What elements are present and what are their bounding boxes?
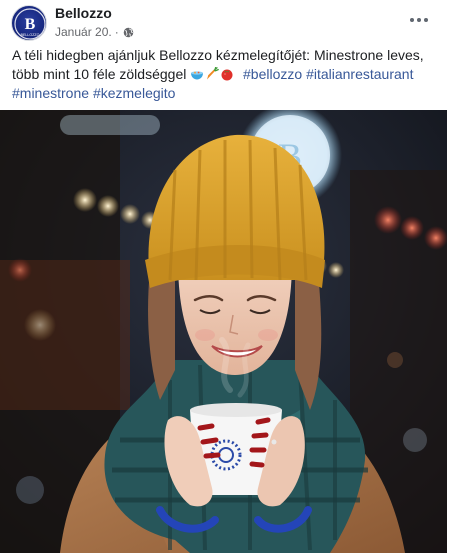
post-meta: Január 20. ·: [55, 24, 134, 40]
more-options-button[interactable]: [406, 12, 432, 28]
globe-icon[interactable]: [123, 27, 134, 38]
post-text-line1: A téli hidegben ajánljuk Bellozzo kézmel…: [12, 47, 424, 63]
post-text-line2: több mint 10 féle zöldséggel: [12, 66, 191, 82]
hashtag-bellozzo[interactable]: #bellozzo: [243, 66, 302, 82]
post-text: A téli hidegben ajánljuk Bellozzo kézmel…: [12, 46, 442, 103]
post-header: B BELLOZZO Bellozzo Január 20. ·: [0, 0, 450, 44]
avatar-logo-text: BELLOZZO: [21, 33, 40, 37]
page-avatar[interactable]: B BELLOZZO: [11, 5, 47, 41]
avatar-logo-letter: B: [25, 16, 36, 33]
hashtag-italianrestaurant[interactable]: #italianrestaurant: [306, 66, 413, 82]
meta-separator: ·: [114, 25, 119, 39]
hashtag-minestrone[interactable]: #minestrone: [12, 85, 89, 101]
tomato-emoji-icon: [220, 67, 234, 81]
carrot-emoji-icon: [205, 66, 220, 81]
bellozzo-logo: B BELLOZZO: [14, 8, 46, 40]
page-name-link[interactable]: Bellozzo: [55, 5, 112, 21]
post-date[interactable]: Január 20.: [55, 25, 112, 39]
photo-illustration: B: [0, 110, 447, 553]
bowl-emoji-icon: [190, 67, 204, 81]
more-options-icon: [410, 18, 414, 22]
hashtag-kezmelegito[interactable]: #kezmelegito: [93, 85, 176, 101]
facebook-post: B BELLOZZO Bellozzo Január 20. · A téli …: [0, 0, 450, 553]
post-photo[interactable]: B: [0, 110, 447, 553]
